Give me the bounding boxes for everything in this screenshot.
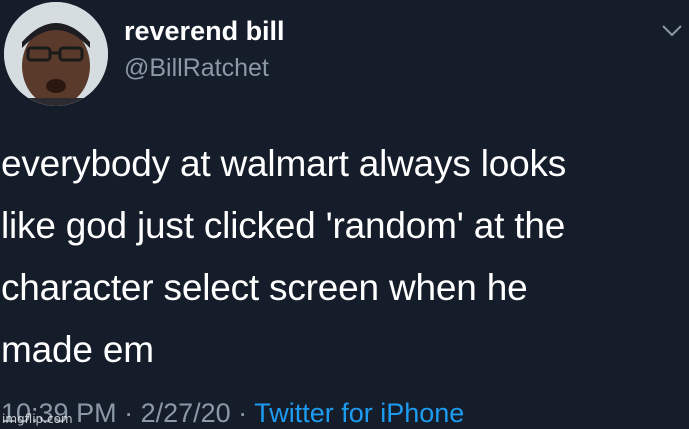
avatar-photo [4,2,108,106]
tweet-date[interactable]: 2/27/20 [141,398,231,428]
user-handle[interactable]: @BillRatchet [124,54,269,83]
tweet-text-line: like god just clicked 'random' at the [1,205,566,246]
chevron-down-icon[interactable] [661,24,683,38]
meta-separator: · [116,398,141,428]
tweet-text-line: character select screen when he [1,267,528,308]
tweet-card: reverend bill @BillRatchet everybody at … [0,0,689,429]
tweet-text-line: everybody at walmart always looks [1,143,567,184]
meta-separator: · [230,398,255,428]
watermark: imgflip.com [2,412,73,426]
tweet-text: everybody at walmart always looks like g… [1,133,681,381]
avatar[interactable] [4,2,108,106]
display-name[interactable]: reverend bill [124,16,285,47]
tweet-source-link[interactable]: Twitter for iPhone [254,398,464,428]
tweet-text-line: made em [1,329,154,370]
